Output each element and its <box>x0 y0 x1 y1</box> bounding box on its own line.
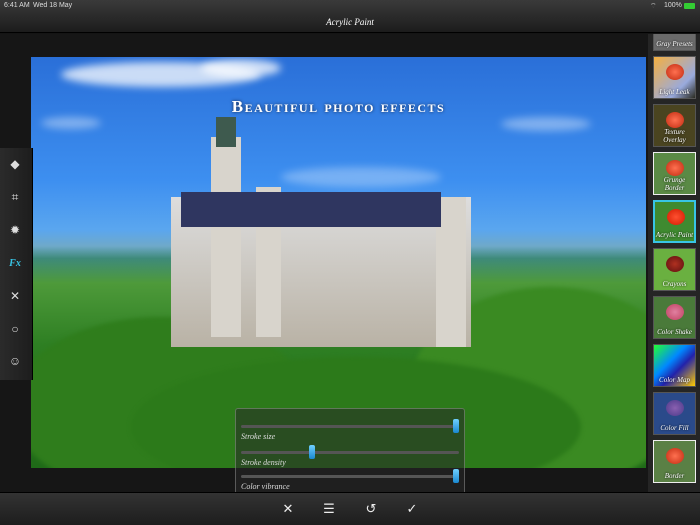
apply-button[interactable]: ✓ <box>400 497 424 521</box>
slider-knob[interactable] <box>308 445 315 459</box>
slider-knob[interactable] <box>453 419 459 433</box>
effect-color-shake[interactable]: Color Shake <box>653 296 696 339</box>
left-toolbar: ◆ ⌗ ✹ Fx ✕ ○ ☺ <box>0 148 33 380</box>
tools-icon[interactable]: ✕ <box>0 281 30 311</box>
slider-label: Stroke density <box>241 458 286 467</box>
adjust-settings-button[interactable]: ☰ <box>317 497 341 521</box>
effect-crayons[interactable]: Crayons <box>653 248 696 291</box>
vignette-icon[interactable]: ○ <box>0 314 30 344</box>
battery-icon <box>684 3 695 9</box>
effect-gray-presets[interactable]: Gray Presets <box>653 34 696 51</box>
color-vibrance-slider[interactable]: Color vibrance <box>241 469 459 493</box>
layers-icon[interactable]: ◆ <box>0 149 30 179</box>
effect-color-map[interactable]: Color Map <box>653 344 696 387</box>
effects-strip[interactable]: Gray Presets Light Leak Texture Overlay … <box>648 34 700 492</box>
crop-icon[interactable]: ⌗ <box>0 182 30 212</box>
slider-knob[interactable] <box>453 469 459 483</box>
slider-track[interactable] <box>241 419 459 433</box>
effect-border[interactable]: Border <box>653 440 696 483</box>
bottom-toolbar: ✕ ☰ ↺ ✓ <box>0 492 700 525</box>
reset-button[interactable]: ↺ <box>359 497 383 521</box>
title-bar: 6:41 AM Wed 18 May ⌔ 100% Acrylic Paint <box>0 0 700 33</box>
effect-light-leak[interactable]: Light Leak <box>653 56 696 99</box>
photo-headline: Beautiful photo effects <box>231 97 446 116</box>
effect-acrylic-paint[interactable]: Acrylic Paint <box>653 200 696 243</box>
photo-preview[interactable]: Beautiful photo effects <box>31 57 646 468</box>
slider-track[interactable] <box>241 445 459 459</box>
effect-settings-panel: Stroke size Stroke density Color vibranc… <box>235 408 465 492</box>
cancel-button[interactable]: ✕ <box>276 497 300 521</box>
status-battery: 100% <box>664 2 682 9</box>
wifi-icon: ⌔ <box>650 3 657 10</box>
stroke-density-slider[interactable]: Stroke density <box>241 445 459 469</box>
mask-icon[interactable]: ☺ <box>0 346 30 376</box>
stroke-size-slider[interactable]: Stroke size <box>241 419 459 443</box>
status-time: 6:41 AM <box>4 2 30 9</box>
slider-track[interactable] <box>241 469 459 483</box>
slider-label: Stroke size <box>241 432 276 441</box>
slider-label: Color vibrance <box>241 482 290 491</box>
fx-icon[interactable]: Fx <box>0 248 30 278</box>
effect-texture-overlay[interactable]: Texture Overlay <box>653 104 696 147</box>
effect-grunge-border[interactable]: Grunge Border <box>653 152 696 195</box>
status-date: Wed 18 May <box>33 2 73 9</box>
effect-color-fill[interactable]: Color Fill <box>653 392 696 435</box>
page-title: Acrylic Paint <box>326 17 374 27</box>
brightness-icon[interactable]: ✹ <box>0 215 30 245</box>
